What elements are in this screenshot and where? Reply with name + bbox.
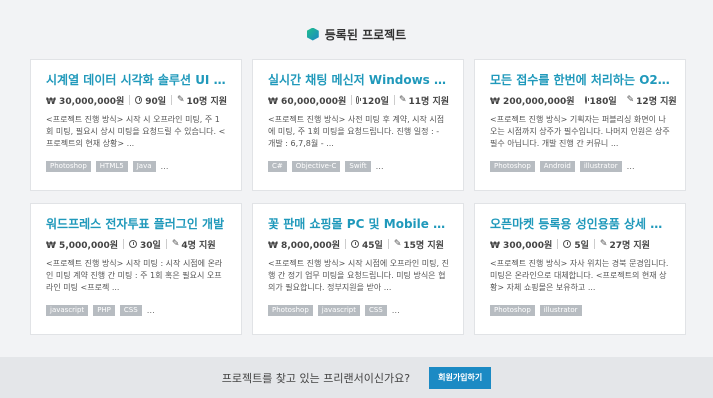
skill-tags: Photoshop illustrator xyxy=(490,305,587,316)
meta-divider xyxy=(165,239,167,249)
skill-tag: CSS xyxy=(119,305,142,316)
more-tags-ellipsis: … xyxy=(160,162,169,171)
project-title-link[interactable]: 꽃 판매 쇼핑몰 PC 및 Mobile 웹 제작 xyxy=(268,216,449,232)
skill-tag: C# xyxy=(268,161,287,172)
project-meta: ₩ 300,000원 5일 ✎ 27명 지원 xyxy=(490,237,671,251)
clock-icon xyxy=(135,96,143,104)
applicants-value: 27명 지원 xyxy=(609,240,650,251)
project-meta: ₩ 30,000,000원 90일 ✎ 10명 지원 xyxy=(46,93,227,107)
skill-tag: illustrator xyxy=(539,305,582,316)
clock-icon xyxy=(129,240,138,248)
skill-tag: Objective-C xyxy=(291,161,341,172)
meta-divider xyxy=(129,95,131,105)
budget-value: ₩ 300,000원 xyxy=(490,240,553,251)
pencil-icon: ✎ xyxy=(393,239,402,249)
more-tags-ellipsis: … xyxy=(375,162,384,171)
project-meta: ₩ 200,000,000원 180일 ✎ 12명 지원 xyxy=(490,93,677,107)
duration-value: 5일 xyxy=(574,240,589,251)
applicants-value: 15명 지원 xyxy=(403,240,444,251)
project-description: <프로젝트 진행 방식> 자사 위치는 경북 문경입니다. 미팅은 온라인으로 … xyxy=(490,259,669,292)
project-meta: ₩ 60,000,000원 120일 ✎ 11명 지원 xyxy=(268,93,449,107)
pencil-icon: ✎ xyxy=(398,95,407,105)
project-meta: ₩ 5,000,000원 30일 ✎ 4명 지원 xyxy=(46,237,227,251)
skill-tag: Swift xyxy=(345,161,371,172)
freelancer-cta-bar: 프로젝트를 찾고 있는 프리랜서이신가요? 회원가입하기 xyxy=(0,357,713,398)
applicants-value: 4명 지원 xyxy=(181,240,216,251)
skill-tags: C# Objective-C Swift … xyxy=(268,161,384,172)
project-card[interactable]: 실시간 채팅 메신저 Windows 및 … ₩ 60,000,000원 120… xyxy=(252,59,464,191)
section-header: 등록된 프로젝트 xyxy=(0,24,713,44)
duration-value: 90일 xyxy=(145,96,167,107)
more-tags-ellipsis: … xyxy=(146,306,155,315)
project-title-link[interactable]: 모든 접수를 한번에 처리하는 O2O … xyxy=(490,72,671,88)
project-description: <프로젝트 진행 방식> 기획자는 퍼블리싱 화면이 나오는 시점까지 상주가 … xyxy=(490,115,670,148)
applicants-value: 11명 지원 xyxy=(408,96,450,107)
clock-icon xyxy=(584,96,590,104)
skill-tag: Android xyxy=(539,161,575,172)
skill-tag: Photoshop xyxy=(46,161,91,172)
more-tags-ellipsis: … xyxy=(391,306,400,315)
meta-divider xyxy=(171,95,172,105)
clock-icon xyxy=(351,240,360,248)
skill-tag: CSS xyxy=(364,305,387,316)
skill-tags: javascript PHP CSS … xyxy=(46,305,155,316)
cta-text: 프로젝트를 찾고 있는 프리랜서이신가요? xyxy=(221,371,411,385)
skill-tags: Photoshop HTML5 Java … xyxy=(46,161,169,172)
project-description: <프로젝트 진행 방식> 시작 미팅 : 시작 시점에 온라인 미팅 계약 진행… xyxy=(46,259,223,292)
meta-divider xyxy=(557,239,559,249)
skill-tag: Java xyxy=(132,161,156,172)
project-meta: ₩ 8,000,000원 45일 ✎ 15명 지원 xyxy=(268,237,449,251)
skill-tag: javascript xyxy=(317,305,360,316)
budget-value: ₩ 200,000,000원 xyxy=(490,96,575,107)
budget-value: ₩ 5,000,000원 xyxy=(46,240,119,251)
project-title-link[interactable]: 시계열 데이터 시각화 솔루션 UI 및 … xyxy=(46,72,227,88)
meta-divider xyxy=(387,239,389,249)
project-card[interactable]: 오픈마켓 등록용 성인용품 상세 페… ₩ 300,000원 5일 ✎ 27명 … xyxy=(474,203,686,335)
applicants-value: 10명 지원 xyxy=(186,96,228,107)
project-grid: 시계열 데이터 시각화 솔루션 UI 및 … ₩ 30,000,000원 90일… xyxy=(30,59,686,335)
pencil-icon: ✎ xyxy=(176,95,185,105)
skill-tag: HTML5 xyxy=(95,161,128,172)
budget-value: ₩ 8,000,000원 xyxy=(268,240,341,251)
hexagon-logo-icon xyxy=(306,27,319,41)
meta-divider xyxy=(345,239,347,249)
skill-tag: Photoshop xyxy=(490,161,535,172)
skill-tags: Photoshop Android illustrator … xyxy=(490,161,635,172)
pencil-icon: ✎ xyxy=(599,239,608,249)
project-description: <프로젝트 진행 방식> 사전 미팅 후 계약, 시작 시점에 미팅, 주 1회… xyxy=(268,115,445,148)
applicants-value: 12명 지원 xyxy=(636,96,677,107)
skill-tag: PHP xyxy=(93,305,115,316)
skill-tag: javascript xyxy=(46,305,89,316)
project-title-link[interactable]: 워드프레스 전자투표 플러그인 개발 xyxy=(46,216,227,232)
project-card[interactable]: 꽃 판매 쇼핑몰 PC 및 Mobile 웹 제작 ₩ 8,000,000원 4… xyxy=(252,203,464,335)
budget-value: ₩ 60,000,000원 xyxy=(268,96,347,107)
pencil-icon: ✎ xyxy=(171,239,180,249)
clock-icon xyxy=(356,96,362,104)
skill-tag: Photoshop xyxy=(268,305,313,316)
duration-value: 45일 xyxy=(362,240,383,251)
project-description: <프로젝트 진행 방식> 시작 시점에 오프라인 미팅, 진행 간 정기 업무 … xyxy=(268,259,449,292)
project-card[interactable]: 모든 접수를 한번에 처리하는 O2O … ₩ 200,000,000원 180… xyxy=(474,59,686,191)
skill-tags: Photoshop javascript CSS … xyxy=(268,305,400,316)
meta-divider xyxy=(593,239,595,249)
skill-tag: illustrator xyxy=(579,161,622,172)
project-title-link[interactable]: 실시간 채팅 메신저 Windows 및 … xyxy=(268,72,449,88)
meta-divider xyxy=(123,239,125,249)
more-tags-ellipsis: … xyxy=(626,162,635,171)
skill-tag: Photoshop xyxy=(490,305,535,316)
duration-value: 30일 xyxy=(140,240,161,251)
project-title-link[interactable]: 오픈마켓 등록용 성인용품 상세 페… xyxy=(490,216,671,232)
project-card[interactable]: 시계열 데이터 시각화 솔루션 UI 및 … ₩ 30,000,000원 90일… xyxy=(30,59,242,191)
duration-value: 120일 xyxy=(361,96,389,107)
pencil-icon: ✎ xyxy=(626,95,635,105)
section-title: 등록된 프로젝트 xyxy=(324,27,407,42)
duration-value: 180일 xyxy=(589,96,617,107)
clock-icon xyxy=(563,240,572,248)
project-card[interactable]: 워드프레스 전자투표 플러그인 개발 ₩ 5,000,000원 30일 ✎ 4명… xyxy=(30,203,242,335)
budget-value: ₩ 30,000,000원 xyxy=(46,96,125,107)
signup-button[interactable]: 회원가입하기 xyxy=(429,366,492,389)
project-description: <프로젝트 진행 방식> 시작 시 오프라인 미팅, 주 1회 미팅, 필요시 … xyxy=(46,115,226,148)
